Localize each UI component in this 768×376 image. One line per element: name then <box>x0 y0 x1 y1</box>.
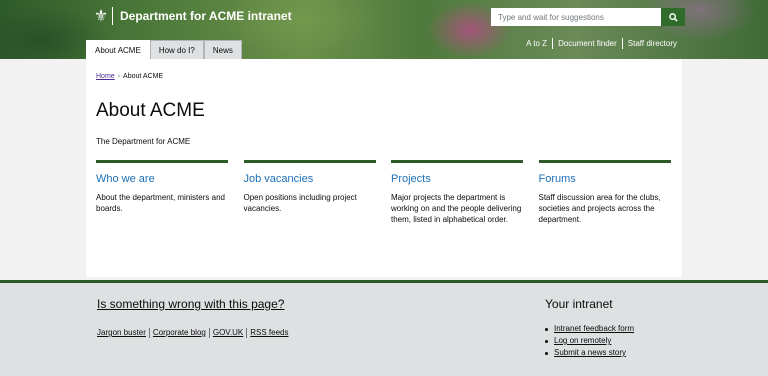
card-title-link[interactable]: Who we are <box>96 172 228 186</box>
intranet-links-list: Intranet feedback form Log on remotely S… <box>545 323 634 359</box>
card-title-link[interactable]: Job vacancies <box>244 172 376 186</box>
search-icon <box>668 12 678 22</box>
card-description: Major projects the department is working… <box>391 193 522 224</box>
list-item[interactable]: Submit a news story <box>545 347 634 359</box>
page-title: About ACME <box>96 100 205 121</box>
footer-links: Jargon buster Corporate blog GOV.UK RSS … <box>97 328 291 338</box>
list-item[interactable]: Intranet feedback form <box>545 323 634 335</box>
section-cards: Who we are About the department, ministe… <box>96 160 686 225</box>
log-on-remotely-link[interactable]: Log on remotely <box>554 335 611 347</box>
crest-divider <box>112 7 113 25</box>
bullet-icon <box>545 351 548 355</box>
footer-link-corporate-blog[interactable]: Corporate blog <box>148 328 209 338</box>
util-link-document-finder[interactable]: Document finder <box>552 38 622 49</box>
utility-links: A to Z Document finder Staff directory <box>521 38 682 49</box>
tab-how-do-i[interactable]: How do I? <box>149 40 204 59</box>
site-title[interactable]: Department for ACME intranet <box>120 8 292 24</box>
search-input[interactable] <box>491 8 661 26</box>
site-footer: Is something wrong with this page? Jargo… <box>0 283 768 376</box>
breadcrumb-separator: › <box>117 73 121 80</box>
site-header: ⚜ Department for ACME intranet About ACM… <box>0 0 768 59</box>
breadcrumb: Home › About ACME <box>96 73 163 80</box>
card-title-link[interactable]: Forums <box>539 172 671 186</box>
card-description: Staff discussion area for the clubs, soc… <box>538 193 661 224</box>
list-item[interactable]: Log on remotely <box>545 335 634 347</box>
card-forums: Forums Staff discussion area for the clu… <box>538 160 671 225</box>
report-problem-link[interactable]: Is something wrong with this page? <box>97 297 284 311</box>
footer-link-gov-uk[interactable]: GOV.UK <box>208 328 246 338</box>
util-link-a-to-z[interactable]: A to Z <box>521 38 552 49</box>
card-projects: Projects Major projects the department i… <box>391 160 523 225</box>
tab-about-acme[interactable]: About ACME <box>86 40 150 59</box>
card-job-vacancies: Job vacancies Open positions including p… <box>243 160 376 225</box>
page-lede: The Department for ACME <box>96 137 191 146</box>
submit-news-link[interactable]: Submit a news story <box>554 347 626 359</box>
bullet-icon <box>545 327 548 331</box>
card-title-link[interactable]: Projects <box>391 172 523 186</box>
your-intranet-heading: Your intranet <box>545 297 613 311</box>
crest-icon[interactable]: ⚜ <box>89 6 113 26</box>
search-button[interactable] <box>661 8 685 26</box>
card-description: Open positions including project vacanci… <box>243 193 357 213</box>
breadcrumb-current: About ACME <box>123 73 164 80</box>
main-content: Home › About ACME About ACME The Departmen… <box>86 59 682 277</box>
footer-link-jargon-buster[interactable]: Jargon buster <box>97 328 149 338</box>
util-link-staff-directory[interactable]: Staff directory <box>621 38 682 49</box>
intranet-feedback-link[interactable]: Intranet feedback form <box>554 323 634 335</box>
card-who-we-are: Who we are About the department, ministe… <box>96 160 228 225</box>
footer-link-rss-feeds[interactable]: RSS feeds <box>246 328 291 338</box>
main-nav-tabs: About ACME How do I? News <box>86 40 242 59</box>
breadcrumb-home-link[interactable]: Home <box>96 73 115 80</box>
bullet-icon <box>545 339 548 343</box>
tab-news[interactable]: News <box>203 40 242 59</box>
card-description: About the department, ministers and boar… <box>96 193 225 213</box>
